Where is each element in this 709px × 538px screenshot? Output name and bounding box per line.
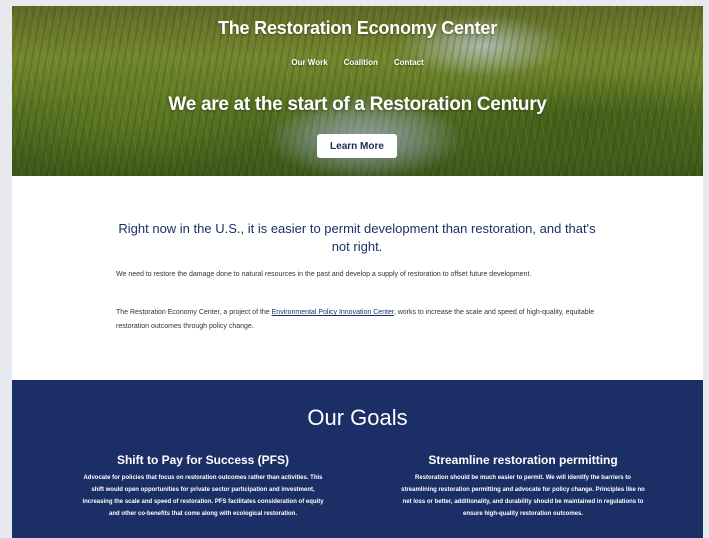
intro-section: Right now in the U.S., it is easier to p… bbox=[12, 176, 703, 380]
nav-link-our-work[interactable]: Our Work bbox=[291, 58, 327, 67]
goal-description: Advocate for policies that focus on rest… bbox=[82, 475, 324, 517]
goal-description: Restoration should be much easier to per… bbox=[401, 475, 645, 517]
goal-card-streamline-permitting: Streamline restoration permitting Restor… bbox=[398, 453, 648, 520]
main-nav: Our Work Coalition Contact bbox=[12, 58, 703, 67]
nav-link-contact[interactable]: Contact bbox=[394, 58, 424, 67]
goals-section: Our Goals Shift to Pay for Success (PFS)… bbox=[12, 380, 703, 538]
goal-card-pay-for-success: Shift to Pay for Success (PFS) Advocate … bbox=[78, 453, 328, 520]
intro-paragraph-2: The Restoration Economy Center, a projec… bbox=[116, 309, 595, 330]
learn-more-button[interactable]: Learn More bbox=[317, 134, 397, 158]
intro-paragraph-1: We need to restore the damage done to na… bbox=[116, 271, 532, 278]
site-title[interactable]: The Restoration Economy Center bbox=[12, 18, 703, 39]
hero-banner: The Restoration Economy Center Our Work … bbox=[12, 6, 703, 176]
epic-link[interactable]: Environmental Policy Innovation Center bbox=[272, 309, 394, 316]
goal-title: Streamline restoration permitting bbox=[428, 453, 618, 467]
nav-link-coalition[interactable]: Coalition bbox=[344, 58, 378, 67]
intro-heading: Right now in the U.S., it is easier to p… bbox=[118, 221, 596, 254]
goal-title: Shift to Pay for Success (PFS) bbox=[116, 453, 290, 467]
page: The Restoration Economy Center Our Work … bbox=[12, 6, 703, 538]
hero-headline: We are at the start of a Restoration Cen… bbox=[168, 94, 547, 115]
goals-title: Our Goals bbox=[307, 405, 408, 430]
